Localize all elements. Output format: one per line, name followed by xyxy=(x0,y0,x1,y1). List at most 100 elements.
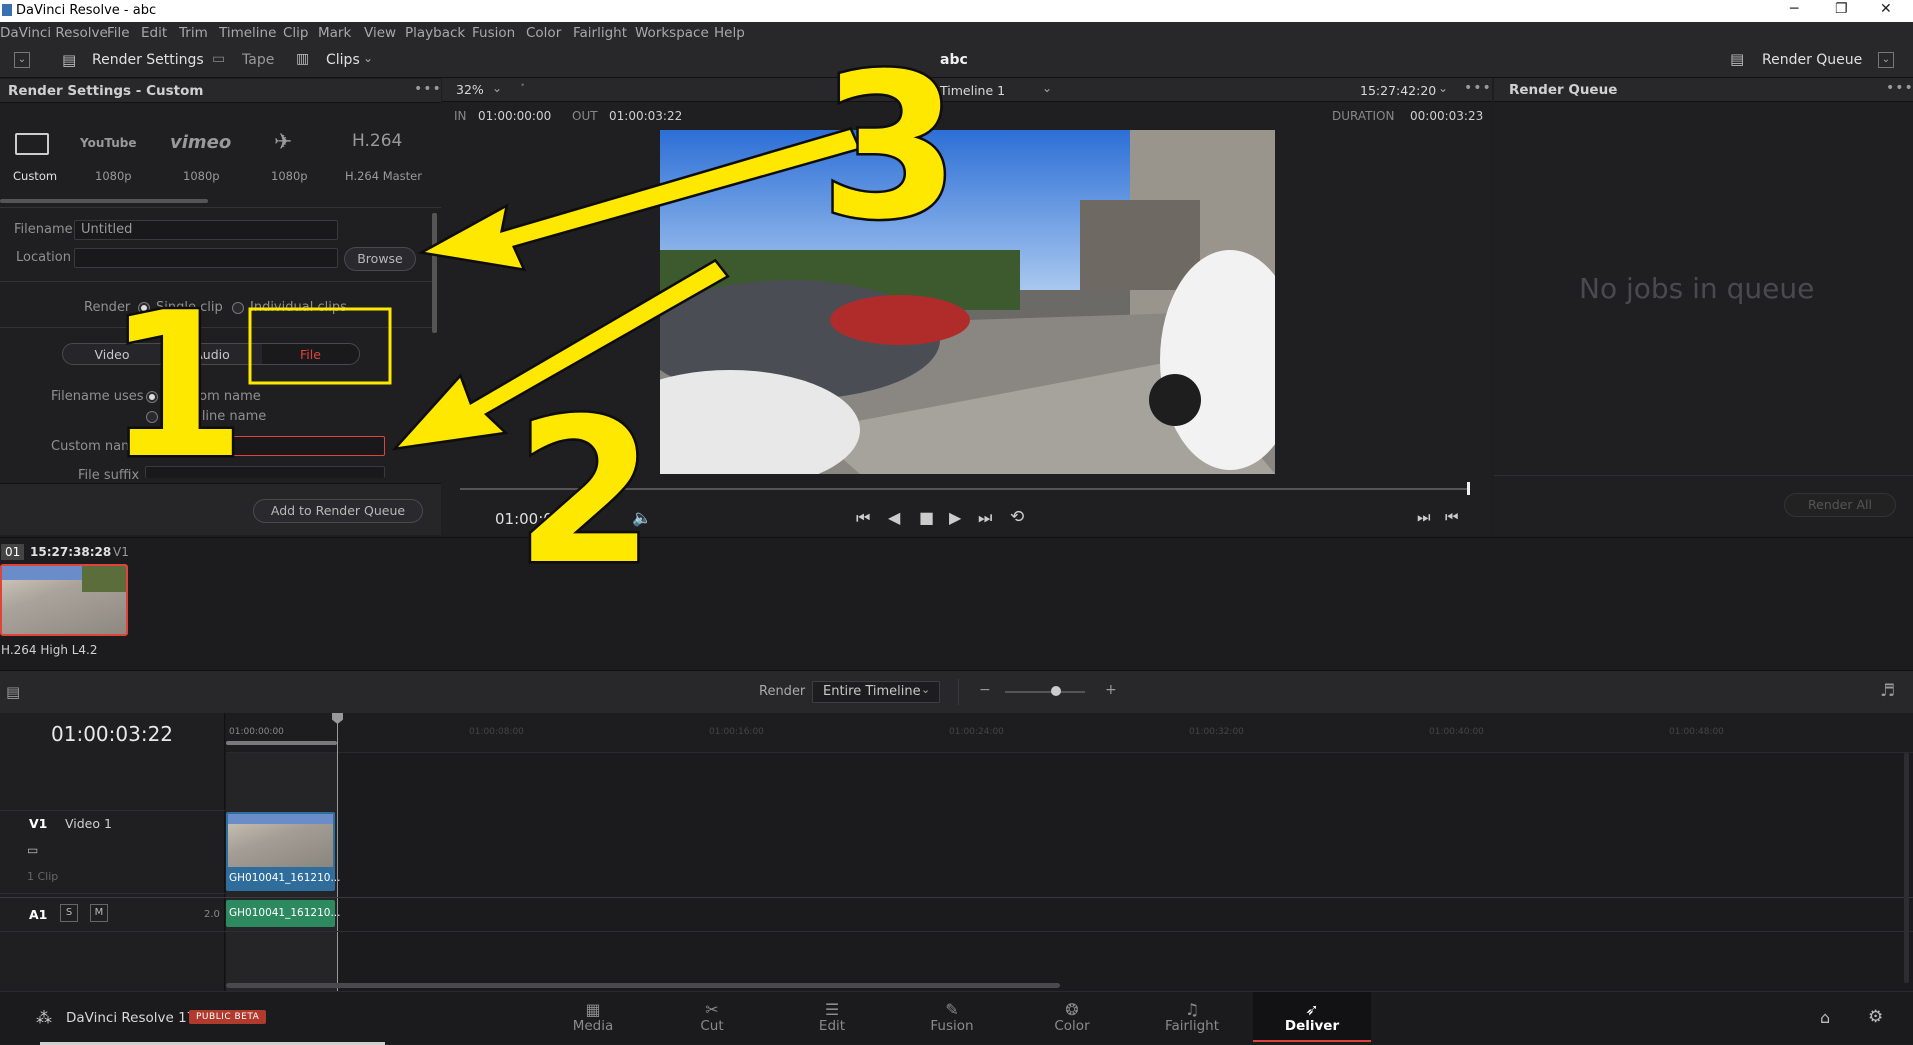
preset-youtube-label[interactable]: 1080p xyxy=(95,169,132,183)
maximize-icon[interactable]: ❐ xyxy=(1835,1,1848,17)
more-options-icon[interactable]: ••• xyxy=(414,81,442,97)
clips-icon[interactable]: ▥ xyxy=(296,51,309,67)
preset-h264-label[interactable]: H.264 Master xyxy=(345,169,422,183)
tab-file[interactable]: File xyxy=(262,347,359,362)
timecode-chevron-icon[interactable]: ⌄ xyxy=(1438,81,1448,95)
preset-custom-label[interactable]: Custom xyxy=(13,169,57,183)
audio-meter-icon[interactable]: ♬ xyxy=(1880,681,1895,701)
menu-mark[interactable]: Mark xyxy=(318,25,351,41)
preset-vimeo-label[interactable]: 1080p xyxy=(183,169,220,183)
audio-clip[interactable]: GH010041_161210... xyxy=(226,900,340,927)
menu-playback[interactable]: Playback xyxy=(405,25,465,41)
prev-clip-icon[interactable]: ⏮ xyxy=(1445,508,1459,526)
page-media[interactable]: ▦ Media xyxy=(534,992,652,1042)
timeline-playhead[interactable] xyxy=(337,713,338,991)
loop-icon[interactable]: ⟲ xyxy=(1010,507,1024,527)
home-icon[interactable]: ⌂ xyxy=(1820,1008,1830,1027)
page-cut[interactable]: ✂ Cut xyxy=(653,992,771,1042)
track-id-a1[interactable]: A1 xyxy=(29,907,47,922)
next-clip-icon[interactable]: ⏭ xyxy=(1417,508,1431,526)
custom-name-radio[interactable] xyxy=(146,391,158,403)
timeline-name-option-label[interactable]: Timeline name xyxy=(170,409,266,424)
menu-edit[interactable]: Edit xyxy=(141,25,167,41)
settings-scrollbar[interactable] xyxy=(432,213,437,333)
zoom-slider-track[interactable] xyxy=(1005,691,1085,693)
zoom-level[interactable]: 32% xyxy=(456,82,484,97)
zoom-slider-handle[interactable] xyxy=(1051,686,1061,696)
timeline-name-radio[interactable] xyxy=(146,411,158,423)
timeline-chevron-icon[interactable]: ⌄ xyxy=(1042,81,1052,95)
play-icon[interactable]: ▶ xyxy=(949,508,961,527)
go-to-start-icon[interactable]: ⏮ xyxy=(856,508,870,528)
twitter-preset-icon[interactable]: ✈ xyxy=(274,130,292,155)
page-fusion[interactable]: ✎ Fusion xyxy=(893,992,1011,1042)
vimeo-preset-icon[interactable]: vimeo xyxy=(170,132,231,153)
file-suffix-input[interactable] xyxy=(145,466,385,478)
expand-icon[interactable]: ⌄ xyxy=(1878,52,1894,68)
browse-button[interactable]: Browse xyxy=(344,247,416,271)
clip-thumbnail[interactable] xyxy=(0,564,128,636)
menu-timeline[interactable]: Timeline xyxy=(219,25,276,41)
menu-clip[interactable]: Clip xyxy=(283,25,309,41)
custom-name-option-label[interactable]: Custom name xyxy=(170,389,261,404)
menu-view[interactable]: View xyxy=(364,25,396,41)
page-color[interactable]: ❂ Color xyxy=(1013,992,1131,1042)
scrubber-track[interactable] xyxy=(460,488,1470,490)
menu-color[interactable]: Color xyxy=(526,25,561,41)
timeline-vertical-scrollbar[interactable] xyxy=(1904,753,1909,983)
custom-name-input[interactable]: abc xyxy=(145,436,385,456)
render-range-value[interactable]: Entire Timeline xyxy=(823,684,921,699)
zoom-out-icon[interactable]: − xyxy=(979,682,991,698)
chevron-down-icon[interactable]: ⌄ xyxy=(363,51,373,65)
location-input[interactable] xyxy=(74,248,338,268)
close-icon[interactable]: ✕ xyxy=(1880,1,1892,17)
volume-icon[interactable]: 🔈 xyxy=(632,508,652,527)
stop-icon[interactable]: ■ xyxy=(919,508,934,527)
filename-input[interactable]: Untitled xyxy=(74,220,338,240)
zoom-chevron-icon[interactable]: ⌄ xyxy=(492,81,502,95)
render-settings-button[interactable]: Render Settings xyxy=(92,52,204,68)
single-clip-radio[interactable] xyxy=(138,302,150,314)
track-id-v1[interactable]: V1 xyxy=(29,816,47,831)
page-fairlight[interactable]: ♫ Fairlight xyxy=(1133,992,1251,1042)
settings-gear-icon[interactable]: ⚙ xyxy=(1868,1007,1883,1027)
page-deliver[interactable]: ➶ Deliver xyxy=(1253,992,1371,1042)
track-monitor-icon[interactable]: ▭ xyxy=(27,843,38,857)
tab-audio[interactable]: Audio xyxy=(162,347,262,362)
play-reverse-icon[interactable]: ◀ xyxy=(888,508,900,527)
render-queue-button[interactable]: Render Queue xyxy=(1762,52,1862,68)
zoom-in-icon[interactable]: + xyxy=(1105,682,1117,698)
menu-fairlight[interactable]: Fairlight xyxy=(573,25,627,41)
solo-button[interactable]: S xyxy=(60,904,78,922)
menu-help[interactable]: Help xyxy=(714,25,745,41)
render-settings-icon[interactable]: ▤ xyxy=(62,51,76,69)
render-queue-icon[interactable]: ▤ xyxy=(1730,50,1744,68)
youtube-preset-icon[interactable]: YouTube xyxy=(80,136,137,150)
custom-preset-icon[interactable] xyxy=(15,133,49,155)
clips-button[interactable]: Clips xyxy=(326,52,360,68)
menu-fusion[interactable]: Fusion xyxy=(472,25,515,41)
timeline-horizontal-scrollbar[interactable] xyxy=(226,983,1060,988)
page-edit[interactable]: ☰ Edit xyxy=(773,992,891,1042)
playhead-marker[interactable] xyxy=(1467,482,1470,495)
video-frame[interactable] xyxy=(660,130,1275,474)
timeline-name[interactable]: Timeline 1 xyxy=(940,83,1050,98)
render-all-button[interactable]: Render All xyxy=(1784,493,1896,517)
timeline-view-icon[interactable]: ▤ xyxy=(6,683,20,701)
menu-davinci[interactable]: DaVinci Resolve xyxy=(0,25,108,41)
single-clip-label[interactable]: Single clip xyxy=(156,300,223,315)
mute-button[interactable]: M xyxy=(90,904,108,922)
tape-button[interactable]: Tape xyxy=(242,52,274,68)
render-queue-more-icon[interactable]: ••• xyxy=(1886,80,1913,96)
collapse-icon[interactable]: ⌄ xyxy=(14,52,30,68)
menu-trim[interactable]: Trim xyxy=(179,25,208,41)
h264-preset-icon[interactable]: H.264 xyxy=(352,131,402,151)
track-name-v1[interactable]: Video 1 xyxy=(65,816,112,831)
menu-workspace[interactable]: Workspace xyxy=(635,25,709,41)
in-out-range-bar[interactable] xyxy=(226,741,337,745)
individual-clips-label[interactable]: Individual clips xyxy=(250,300,347,315)
preset-scrollbar[interactable] xyxy=(0,199,208,203)
individual-clips-radio[interactable] xyxy=(232,302,244,314)
go-to-end-icon[interactable]: ⏭ xyxy=(978,508,992,528)
menu-file[interactable]: File xyxy=(107,25,130,41)
